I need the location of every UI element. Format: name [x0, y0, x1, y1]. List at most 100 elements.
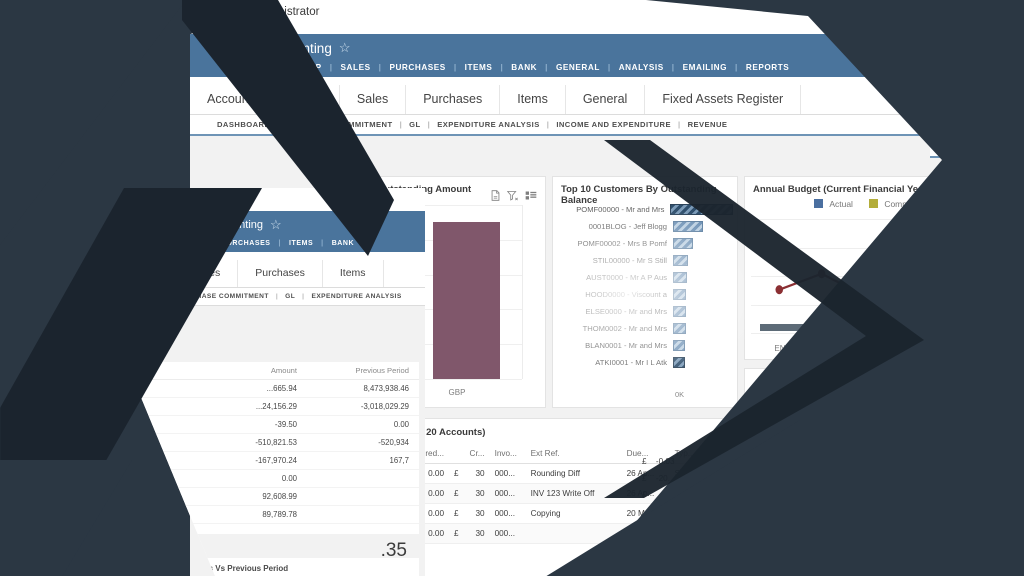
kpi-card-2: 0.00 -100.00% [744, 452, 840, 530]
top10-row: HOOD0000 - Viscount a [557, 286, 733, 303]
tab-bank[interactable]: Bank [276, 85, 340, 114]
subnav-item[interactable]: EXPENDITURE ANALYSIS [304, 293, 408, 300]
top10-bar[interactable] [670, 204, 733, 215]
cell-doc: -0.03 [699, 463, 737, 484]
blue-nav-item-analysis[interactable]: ANALYSIS [611, 63, 672, 72]
tab-accounts[interactable]: Accounts [190, 85, 277, 114]
blue-nav: ACCOUNTS | SETUP | SALES | PURCHASES | ITEMS… [190, 60, 930, 77]
subnav-item-purchase-commitment[interactable]: PURCHASE COMMITMENT [280, 120, 400, 129]
cell-type: SD [669, 503, 700, 524]
screenshot-root: iSAMS Administrator ADMINISTRATOR Financ… [0, 0, 1024, 576]
col-ext-ref[interactable]: Ext Ref. [525, 444, 622, 464]
subnav-item-expenditure-analysis[interactable]: EXPENDITURE ANALYSIS [430, 120, 547, 129]
sub-nav-front: PURCHASE COMMITMENT | GL | EXPENDITURE ANA… [125, 288, 425, 306]
star-outline-icon[interactable]: ☆ [339, 40, 351, 56]
cell-invoice: 000... [489, 503, 526, 524]
subnav-item-dashboard[interactable]: DASHBOARD [210, 120, 277, 129]
top10-xtick-0k: 0K [675, 390, 685, 399]
budget-xtick-his: HIS - History [872, 344, 918, 353]
blue-nav-item-setup[interactable]: SETUP [284, 63, 330, 72]
subnav-item-revenue[interactable]: REVENUE [681, 120, 735, 129]
blue-nav-item[interactable]: BANK [324, 240, 362, 247]
blue-nav-item-items[interactable]: ITEMS [457, 63, 501, 72]
trail-amt-1: -0.03 [655, 457, 675, 466]
tab-items-front[interactable]: Items [323, 260, 384, 287]
cell-cr: 30 [463, 483, 490, 504]
top10-row: POMF00000 - Mr and Mrs [557, 201, 733, 218]
legend-actual[interactable]: Actual [814, 199, 853, 209]
col-doc[interactable]: DO... [699, 444, 737, 464]
summary-row: 92,608.99 [131, 488, 419, 506]
tab-purchases[interactable]: Purchases [406, 85, 501, 114]
trail-cur-3: £ [642, 490, 647, 499]
tab-items[interactable]: Items [500, 85, 566, 114]
user-name: iSAMS Administrator [214, 6, 320, 18]
blue-nav-item-bank[interactable]: BANK [503, 63, 545, 72]
module-title: Finance Accounting ☆ [214, 40, 351, 56]
user-bar: iSAMS Administrator ADMINISTRATOR [190, 0, 930, 34]
top10-row: THOM0002 - Mr and Mrs [557, 320, 733, 337]
top10-bar[interactable] [673, 306, 686, 317]
dept-card-his: HIS - History [846, 452, 930, 530]
blue-nav-item-accounts[interactable]: ACCOUNTS [214, 63, 281, 72]
top10-bar[interactable] [673, 255, 688, 266]
blue-nav-item[interactable]: SALES [169, 240, 211, 247]
cell-ext-ref: Copying [525, 503, 622, 524]
top10-bar[interactable] [673, 340, 685, 351]
kpi-value-1: 0.00 [807, 385, 831, 399]
legend-commit[interactable]: Commit [868, 199, 914, 209]
tab-sales[interactable]: Sales [340, 85, 407, 114]
blue-nav-item-emailing[interactable]: EMAILING [675, 63, 735, 72]
tab-purchases-front[interactable]: Purchases [238, 260, 323, 287]
star-outline-icon[interactable]: ☆ [270, 217, 282, 233]
cell-type: SC [669, 523, 700, 544]
top10-label: STIL00000 - Mr S Still [592, 256, 667, 265]
summary-col-previous: Previous Period [355, 366, 409, 375]
summary-previous [331, 510, 409, 519]
blue-nav-item-general[interactable]: GENERAL [548, 63, 608, 72]
summary-header: Amount Previous Period [131, 362, 419, 380]
summary-previous: -3,018,029.29 [360, 402, 409, 411]
subnav-item-income-and-expenditure[interactable]: INCOME AND EXPENDITURE [549, 120, 678, 129]
user-bar-front: ADMINISTRATOR [125, 188, 425, 211]
legend-swatch-commit [868, 199, 878, 208]
top10-bar[interactable] [673, 357, 685, 368]
trail-cur-1: £ [642, 457, 647, 466]
front-body: Amount Previous Period ...665.94 8,473,9… [125, 306, 425, 576]
main-tabs: Accounts Bank Sales Purchases Items Gene… [190, 85, 930, 115]
top10-bar[interactable] [673, 272, 687, 283]
summary-amount: ...24,156.29 [255, 402, 297, 411]
top10-row: POMF00002 - Mrs B Pomf [557, 235, 733, 252]
summary-amount: ...665.94 [266, 384, 297, 393]
blue-nav-item-purchases[interactable]: PURCHASES [381, 63, 453, 72]
blue-nav-item[interactable]: PURCHASES [214, 240, 279, 247]
top10-bar[interactable] [673, 221, 703, 232]
cell-cr: 30 [463, 503, 490, 524]
col-invoice[interactable]: Invo... [489, 444, 526, 464]
col-cr[interactable]: Cr... [463, 444, 490, 464]
blue-nav-item-sales[interactable]: SALES [333, 63, 379, 72]
top10-bar[interactable] [673, 289, 686, 300]
top10-bar[interactable] [673, 323, 686, 334]
summary-row: -167,970.24 167,7 [131, 452, 419, 470]
budget-legend: Actual Commit [745, 199, 930, 209]
dept-label-art: ART - Art [855, 376, 890, 386]
summary-amount: -510,821.53 [255, 438, 297, 447]
subnav-item[interactable]: PURCHASE COMMITMENT [169, 293, 276, 300]
bar-gbp[interactable] [433, 222, 501, 379]
top10-bar[interactable] [673, 238, 693, 249]
budget-x-labels: ENG - English HIS - History [745, 344, 930, 353]
blue-nav-item[interactable]: ITEMS [281, 240, 321, 247]
tab-fixed-assets-register[interactable]: Fixed Assets Register [645, 85, 802, 114]
summary-amount: 89,789.78 [262, 510, 297, 519]
tab-sales-front[interactable]: Sales [177, 260, 239, 287]
subnav-item-gl[interactable]: GL [402, 120, 427, 129]
blue-nav-item-reports[interactable]: REPORTS [738, 63, 797, 72]
user-name-front: ADMINISTRATOR [165, 195, 239, 205]
top10-label: BLAN0001 - Mr and Mrs [585, 341, 667, 350]
card-title-budget: Annual Budget (Current Financial Year) [753, 184, 930, 195]
cell-invoice: 000... [489, 463, 526, 484]
subnav-item[interactable]: GL [278, 293, 302, 300]
top10-row: AUST0000 - Mr A P Aus [557, 269, 733, 286]
tab-general[interactable]: General [566, 85, 646, 114]
